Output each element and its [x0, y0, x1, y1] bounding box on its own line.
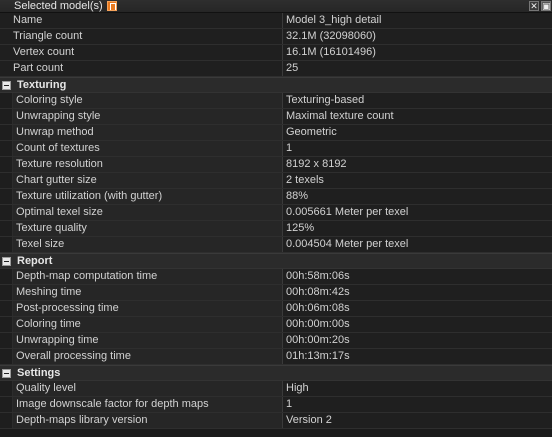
property-label: Texture resolution	[13, 157, 283, 172]
property-row-quality-level[interactable]: Quality level High	[0, 381, 552, 397]
property-value: Texturing-based	[283, 93, 552, 108]
property-value: 1	[283, 141, 552, 156]
property-row-texel-size[interactable]: Texel size 0.004504 Meter per texel	[0, 237, 552, 253]
property-label: Triangle count	[0, 29, 283, 44]
property-row-count-of-textures[interactable]: Count of textures 1	[0, 141, 552, 157]
property-row-unwrapping-style[interactable]: Unwrapping style Maximal texture count	[0, 109, 552, 125]
property-row-post-processing-time[interactable]: Post-processing time 00h:06m:08s	[0, 301, 552, 317]
property-row-coloring-time[interactable]: Coloring time 00h:00m:00s	[0, 317, 552, 333]
empty-area	[0, 429, 552, 437]
property-label: Name	[0, 13, 283, 28]
property-value: 0.004504 Meter per texel	[283, 237, 552, 252]
property-row-texture-quality[interactable]: Texture quality 125%	[0, 221, 552, 237]
property-label: Unwrapping style	[13, 109, 283, 124]
property-label: Overall processing time	[13, 349, 283, 364]
collapse-icon[interactable]	[2, 368, 11, 378]
property-value: 2 texels	[283, 173, 552, 188]
property-value: 00h:00m:00s	[283, 317, 552, 332]
property-row-depth-maps-library-version[interactable]: Depth-maps library version Version 2	[0, 413, 552, 429]
property-row-name[interactable]: Name Model 3_high detail	[0, 13, 552, 29]
property-row-coloring-style[interactable]: Coloring style Texturing-based	[0, 93, 552, 109]
property-row-unwrapping-time[interactable]: Unwrapping time 00h:00m:20s	[0, 333, 552, 349]
property-label: Coloring style	[13, 93, 283, 108]
property-value: 88%	[283, 189, 552, 204]
property-label: Optimal texel size	[13, 205, 283, 220]
property-value: 8192 x 8192	[283, 157, 552, 172]
property-value: 16.1M (16101496)	[286, 46, 376, 58]
group-header-texturing[interactable]: Texturing	[0, 77, 552, 93]
group-label: Report	[17, 255, 53, 267]
property-value: 0.005661 Meter per texel	[283, 205, 552, 220]
property-label: Unwrapping time	[13, 333, 283, 348]
property-value: 00h:58m:06s	[283, 269, 552, 284]
property-value: 125%	[283, 221, 552, 236]
panel-titlebar: Selected model(s) ✕ ▣	[0, 0, 552, 13]
group-header-report[interactable]: Report	[0, 253, 552, 269]
property-label: Texture utilization (with gutter)	[13, 189, 283, 204]
property-label: Unwrap method	[13, 125, 283, 140]
property-row-unwrap-method[interactable]: Unwrap method Geometric	[0, 125, 552, 141]
close-panel-button[interactable]: ✕	[529, 1, 539, 11]
group-header-settings[interactable]: Settings	[0, 365, 552, 381]
property-value: Model 3_high detail	[286, 14, 382, 26]
property-value: Version 2	[283, 413, 552, 428]
property-row-meshing-time[interactable]: Meshing time 00h:08m:42s	[0, 285, 552, 301]
property-row-optimal-texel-size[interactable]: Optimal texel size 0.005661 Meter per te…	[0, 205, 552, 221]
property-row-chart-gutter-size[interactable]: Chart gutter size 2 texels	[0, 173, 552, 189]
property-value: 00h:00m:20s	[283, 333, 552, 348]
property-label: Texel size	[13, 237, 283, 252]
group-label: Texturing	[17, 79, 67, 91]
property-label: Part count	[0, 61, 283, 76]
dock-panel-button[interactable]: ▣	[541, 1, 551, 11]
property-value: High	[283, 381, 552, 396]
property-row-overall-processing-time[interactable]: Overall processing time 01h:13m:17s	[0, 349, 552, 365]
property-label: Image downscale factor for depth maps	[13, 397, 283, 412]
property-label: Post-processing time	[13, 301, 283, 316]
property-value: 32.1M (32098060)	[286, 30, 376, 42]
property-row-part-count[interactable]: Part count 25	[0, 61, 552, 77]
property-value: 00h:08m:42s	[283, 285, 552, 300]
property-value: 00h:06m:08s	[283, 301, 552, 316]
property-row-texture-utilization[interactable]: Texture utilization (with gutter) 88%	[0, 189, 552, 205]
property-value: Maximal texture count	[283, 109, 552, 124]
pin-icon[interactable]	[106, 1, 117, 11]
property-label: Coloring time	[13, 317, 283, 332]
property-label: Vertex count	[0, 45, 283, 60]
property-value: 25	[286, 62, 299, 74]
property-row-depth-map-time[interactable]: Depth-map computation time 00h:58m:06s	[0, 269, 552, 285]
group-label: Settings	[17, 367, 61, 379]
property-label: Depth-maps library version	[13, 413, 283, 428]
property-value: Geometric	[283, 125, 552, 140]
property-row-image-downscale-factor[interactable]: Image downscale factor for depth maps 1	[0, 397, 552, 413]
property-label: Texture quality	[13, 221, 283, 236]
property-row-vertex-count[interactable]: Vertex count 16.1M (16101496)	[0, 45, 552, 61]
property-label: Quality level	[13, 381, 283, 396]
property-label: Depth-map computation time	[13, 269, 283, 284]
property-label: Chart gutter size	[13, 173, 283, 188]
property-row-triangle-count[interactable]: Triangle count 32.1M (32098060)	[0, 29, 552, 45]
properties-grid: Name Model 3_high detail Triangle count …	[0, 13, 552, 437]
collapse-icon[interactable]	[2, 80, 11, 90]
property-label: Meshing time	[13, 285, 283, 300]
property-value: 01h:13m:17s	[283, 349, 552, 364]
collapse-icon[interactable]	[2, 256, 11, 266]
property-value: 1	[283, 397, 552, 412]
property-row-texture-resolution[interactable]: Texture resolution 8192 x 8192	[0, 157, 552, 173]
property-label: Count of textures	[13, 141, 283, 156]
panel-title: Selected model(s)	[14, 0, 103, 12]
